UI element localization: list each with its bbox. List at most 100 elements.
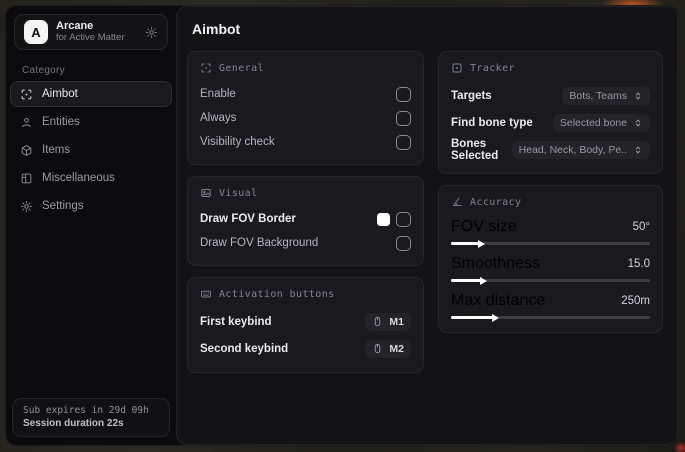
setting-label: Visibility check: [200, 136, 275, 148]
keyboard-icon: [200, 288, 212, 300]
section-title: Tracker: [470, 62, 515, 74]
setting-row: Enable: [200, 83, 411, 105]
activation-buttons-card: Activation buttons First keybind M1 Seco…: [187, 277, 424, 373]
page-title: Aimbot: [192, 21, 241, 37]
select-label: Find bone type: [451, 116, 533, 129]
bones-selected-select[interactable]: Head, Neck, Body, Pe..: [511, 140, 650, 159]
sidebar-item-aimbot[interactable]: Aimbot: [10, 81, 172, 107]
visual-header: Visual: [200, 187, 411, 199]
keybind-label: Second keybind: [200, 342, 289, 355]
app-subtitle: for Active Matter: [56, 31, 125, 43]
select-value: Bots, Teams: [569, 89, 627, 102]
section-title: Accuracy: [470, 196, 522, 208]
activation-header: Activation buttons: [200, 288, 411, 300]
app-name: Arcane: [56, 20, 94, 33]
app-logo: A: [24, 20, 48, 44]
slider-fill: [451, 242, 479, 245]
targets-select[interactable]: Bots, Teams: [562, 86, 650, 105]
chevron-up-down-icon: [633, 145, 643, 155]
setting-label: Always: [200, 112, 237, 124]
setting-label: Enable: [200, 88, 236, 100]
mouse-icon: [372, 316, 383, 327]
sidebar-item-label: Miscellaneous: [42, 172, 115, 184]
gear-icon[interactable]: [145, 26, 158, 39]
select-row: Find bone type Selected bone: [451, 110, 650, 135]
select-label: Bones Selected: [451, 137, 499, 162]
keybind-value: M2: [389, 342, 404, 355]
gear-icon: [20, 200, 33, 213]
select-value: Head, Neck, Body, Pe..: [518, 143, 627, 156]
select-row: Bones Selected Head, Neck, Body, Pe..: [451, 137, 650, 162]
draw-fov-background-checkbox[interactable]: [396, 235, 411, 251]
general-card: General Enable Always Visibility check: [187, 51, 424, 165]
select-label: Targets: [451, 89, 492, 102]
section-title: Visual: [219, 187, 258, 199]
sidebar-item-label: Aimbot: [42, 88, 78, 100]
main-panel: Aimbot General Enable Always Visibility …: [176, 6, 678, 445]
accuracy-card: Accuracy FOV size 50° Smoothness 15.0 Ma…: [438, 185, 663, 333]
enable-checkbox[interactable]: [396, 86, 411, 102]
keybind-row: First keybind M1: [200, 309, 411, 334]
category-nav: Aimbot Entities Items Miscellaneous Sett…: [6, 81, 176, 219]
first-keybind-button[interactable]: M1: [365, 312, 411, 331]
max-distance-slider[interactable]: [451, 316, 650, 319]
section-title: General: [219, 62, 264, 74]
general-header: General: [200, 62, 411, 74]
sidebar-item-miscellaneous[interactable]: Miscellaneous: [10, 165, 172, 191]
keybind-label: First keybind: [200, 315, 272, 328]
sub-expiry-text: Sub expires in 29d 09h: [23, 405, 149, 416]
sidebar-item-items[interactable]: Items: [10, 137, 172, 163]
layout-icon: [20, 172, 33, 185]
right-column: Tracker Targets Bots, Teams Find bone ty…: [438, 51, 663, 333]
tracker-card: Tracker Targets Bots, Teams Find bone ty…: [438, 51, 663, 174]
sidebar-item-label: Items: [42, 144, 71, 156]
chevron-up-down-icon: [633, 118, 643, 128]
max-distance-slider-group: Max distance 250m: [451, 291, 650, 319]
sidebar-item-settings[interactable]: Settings: [10, 193, 172, 219]
brand-card: A Arcane for Active Matter: [14, 14, 168, 50]
sidebar: A Arcane for Active Matter Category Aimb…: [6, 6, 176, 445]
game-background: A Arcane for Active Matter Category Aimb…: [0, 0, 685, 452]
smoothness-slider-group: Smoothness 15.0: [451, 254, 650, 282]
fov-size-slider-group: FOV size 50°: [451, 217, 650, 245]
slider-label: Max distance: [451, 292, 546, 309]
select-value: Selected bone: [559, 116, 627, 129]
slider-fill: [451, 316, 493, 319]
smoothness-slider[interactable]: [451, 279, 650, 282]
crosshair-scan-icon: [200, 62, 212, 74]
setting-row: Visibility check: [200, 131, 411, 153]
cube-icon: [20, 144, 33, 157]
visibility-check-checkbox[interactable]: [396, 134, 411, 150]
content-columns: General Enable Always Visibility check V…: [187, 51, 663, 373]
always-checkbox[interactable]: [396, 110, 411, 126]
slider-value: 250m: [621, 295, 650, 307]
setting-label: Draw FOV Border: [200, 213, 296, 225]
fov-border-color-swatch[interactable]: [377, 212, 390, 226]
subscription-status-card: Sub expires in 29d 09h Session duration …: [12, 398, 170, 437]
tracker-scan-icon: [451, 62, 463, 74]
slider-value: 15.0: [627, 258, 650, 270]
left-column: General Enable Always Visibility check V…: [187, 51, 424, 373]
select-row: Targets Bots, Teams: [451, 83, 650, 108]
keybind-value: M1: [389, 315, 404, 328]
angle-icon: [451, 196, 463, 208]
sidebar-item-label: Entities: [42, 116, 80, 128]
find-bone-type-select[interactable]: Selected bone: [552, 113, 650, 132]
sidebar-item-label: Settings: [42, 200, 84, 212]
sidebar-item-entities[interactable]: Entities: [10, 109, 172, 135]
visual-card: Visual Draw FOV Border Draw FOV Backgrou…: [187, 176, 424, 266]
slider-label: Smoothness: [451, 255, 540, 272]
image-icon: [200, 187, 212, 199]
tracker-header: Tracker: [451, 62, 650, 74]
setting-row: Draw FOV Border: [200, 208, 411, 230]
fov-size-slider[interactable]: [451, 242, 650, 245]
chevron-up-down-icon: [633, 91, 643, 101]
mouse-icon: [372, 343, 383, 354]
slider-label: FOV size: [451, 218, 517, 235]
slider-value: 50°: [632, 221, 650, 233]
keybind-row: Second keybind M2: [200, 336, 411, 361]
draw-fov-border-checkbox[interactable]: [396, 211, 411, 227]
session-duration-text: Session duration 22s: [23, 418, 124, 429]
setting-row: Draw FOV Background: [200, 232, 411, 254]
second-keybind-button[interactable]: M2: [365, 339, 411, 358]
